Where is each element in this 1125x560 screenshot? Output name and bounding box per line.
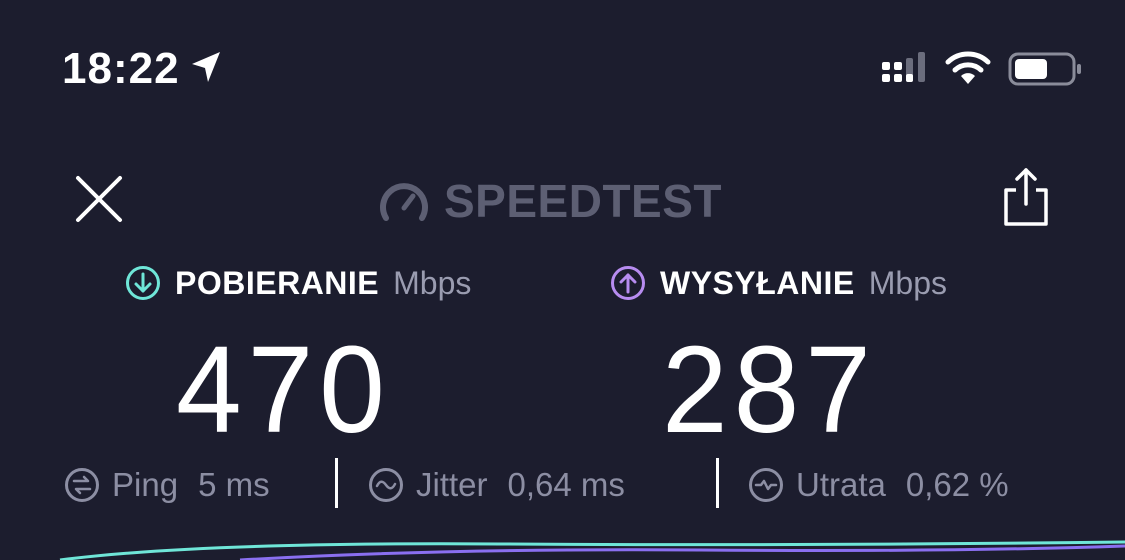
download-label: POBIERANIE Mbps bbox=[125, 262, 471, 304]
location-arrow-icon bbox=[192, 52, 220, 82]
packet-loss-value: 0,62 % bbox=[905, 466, 1009, 503]
speedtest-logo: SPEEDTEST bbox=[378, 175, 723, 227]
jitter-value: 0,64 ms bbox=[507, 466, 625, 503]
packet-loss-icon bbox=[749, 468, 783, 502]
jitter-label: Jitter bbox=[416, 466, 488, 503]
upload-speed-value: 287 bbox=[662, 320, 877, 460]
close-icon[interactable] bbox=[74, 174, 124, 224]
cellular-signal-icon bbox=[882, 52, 925, 82]
ping-label: Ping bbox=[112, 466, 179, 503]
ping-value: 5 ms bbox=[198, 466, 270, 503]
speed-graph bbox=[59, 540, 1125, 560]
status-time: 18:22 bbox=[62, 44, 180, 93]
logo-text: SPEEDTEST bbox=[444, 175, 723, 227]
download-title: POBIERANIE bbox=[175, 264, 380, 301]
download-unit: Mbps bbox=[393, 264, 472, 301]
upload-arrow-icon bbox=[611, 266, 645, 300]
battery-icon bbox=[1008, 52, 1081, 86]
wifi-icon bbox=[945, 51, 991, 84]
ping-stat: Ping 5 ms bbox=[64, 462, 270, 508]
upload-title: WYSYŁANIE bbox=[660, 264, 855, 301]
upload-unit: Mbps bbox=[868, 264, 947, 301]
jitter-stat: Jitter 0,64 ms bbox=[368, 462, 625, 508]
share-icon[interactable] bbox=[1000, 166, 1052, 228]
packet-loss-stat: Utrata 0,62 % bbox=[748, 462, 1009, 508]
speedometer-icon bbox=[380, 183, 428, 221]
download-arrow-icon bbox=[126, 266, 160, 300]
stat-divider bbox=[335, 458, 338, 508]
ping-icon bbox=[65, 468, 99, 502]
jitter-icon bbox=[369, 468, 403, 502]
upload-label: WYSYŁANIE Mbps bbox=[610, 262, 947, 304]
download-speed-value: 470 bbox=[176, 320, 391, 460]
packet-loss-label: Utrata bbox=[796, 466, 886, 503]
stat-divider bbox=[716, 458, 719, 508]
